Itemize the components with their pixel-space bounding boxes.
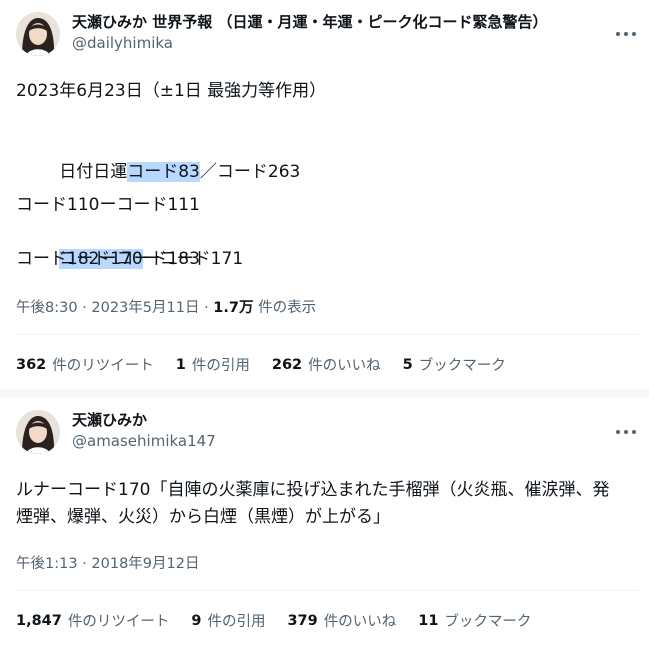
tweet-header: 天瀬ひみか 世界予報 （日運・月運・年運・ピーク化コード緊急警告） @daily… — [16, 12, 639, 76]
tweet-meta: 午後1:13 · 2018年9月12日 — [16, 552, 199, 573]
tweet-line-code-pair: コード110ーコード111 — [16, 195, 200, 215]
tweet-text: ルナーコード170「自陣の火薬庫に投げ込まれた手榴弾（火炎瓶、催涙弾、発煙弾、爆… — [16, 480, 610, 527]
line-text: ／コード263 — [199, 162, 301, 182]
tweet-line-date: 2023年6月23日（±1日 最強力等作用） — [16, 81, 327, 101]
stat-number: 362 — [16, 356, 47, 373]
section-separator — [0, 389, 649, 397]
tweet-main: 天瀬ひみか 世界予報 （日運・月運・年運・ピーク化コード緊急警告） @daily… — [16, 12, 639, 316]
tweet-stats: 362 件のリツイート 1 件の引用 262 件のいいね 5 ブックマーク — [16, 354, 528, 375]
divider — [16, 590, 639, 591]
stat-number: 5 — [402, 356, 413, 373]
display-name[interactable]: 天瀬ひみか — [72, 410, 216, 430]
tweet-thread: 天瀬ひみか 世界予報 （日運・月運・年運・ピーク化コード緊急警告） @daily… — [0, 0, 649, 660]
stat-number: 9 — [191, 612, 202, 629]
timestamp-link[interactable]: 午後1:13 · 2018年9月12日 — [16, 556, 199, 572]
avatar-photo — [16, 410, 60, 454]
stat-number: 262 — [271, 356, 303, 373]
more-options-icon[interactable] — [616, 26, 636, 42]
stat-number: 1 — [175, 356, 186, 373]
stat-label: 件の引用 — [191, 358, 250, 374]
retweets-stat[interactable]: 362 件のリツイート — [16, 354, 154, 375]
tweet-meta: 午後8:30 · 2023年5月11日 · 1.7万 件の表示 — [16, 296, 316, 317]
tweet-quoted: 天瀬ひみか @amasehimika147 ルナーコード170「自陣の火薬庫に投… — [16, 410, 639, 572]
more-options-icon[interactable] — [616, 424, 636, 440]
stat-label: 件のリツイート — [52, 358, 154, 374]
line-text: 日付日運 — [59, 162, 128, 182]
stat-number: 11 — [418, 612, 439, 629]
author-names: 天瀬ひみか 世界予報 （日運・月運・年運・ピーク化コード緊急警告） @daily… — [72, 12, 547, 53]
stat-label: ブックマーク — [418, 358, 506, 374]
user-handle[interactable]: @dailyhimika — [72, 33, 547, 53]
bookmarks-stat[interactable]: 11 ブックマーク — [418, 610, 531, 631]
likes-stat[interactable]: 262 件のいいね — [272, 354, 381, 375]
bookmarks-stat[interactable]: 5 ブックマーク — [403, 354, 506, 375]
retweets-stat[interactable]: 1,847 件のリツイート — [16, 610, 169, 631]
views-label: 件の表示 — [253, 300, 317, 316]
stat-label: ブックマーク — [444, 614, 532, 630]
display-name[interactable]: 天瀬ひみか 世界予報 （日運・月運・年運・ピーク化コード緊急警告） — [72, 12, 547, 32]
stat-label: 件のリツイート — [67, 614, 170, 630]
stat-label: 件のいいね — [323, 614, 397, 630]
avatar[interactable] — [16, 12, 60, 56]
tweet-header: 天瀬ひみか @amasehimika147 — [16, 410, 639, 474]
stat-number: 379 — [287, 612, 318, 629]
stat-number: 1,847 — [16, 612, 62, 629]
tweet-line-code-pair: コード182ーコード183 — [16, 249, 200, 269]
stat-label: 件の引用 — [207, 614, 266, 630]
quotes-stat[interactable]: 9 件の引用 — [191, 610, 265, 631]
quotes-stat[interactable]: 1 件の引用 — [176, 354, 250, 375]
views-count[interactable]: 1.7万 — [213, 300, 253, 316]
author-names: 天瀬ひみか @amasehimika147 — [72, 410, 216, 451]
timestamp-link[interactable]: 午後8:30 · 2023年5月11日 · — [16, 300, 213, 316]
avatar[interactable] — [16, 410, 60, 454]
tweet-stats: 1,847 件のリツイート 9 件の引用 379 件のいいね 11 ブックマーク — [16, 610, 553, 631]
divider — [16, 334, 639, 335]
avatar-photo — [16, 12, 60, 56]
user-handle[interactable]: @amasehimika147 — [72, 431, 216, 451]
likes-stat[interactable]: 379 件のいいね — [287, 610, 396, 631]
highlighted-code: コード83 — [127, 162, 200, 182]
stat-label: 件のいいね — [308, 358, 381, 374]
